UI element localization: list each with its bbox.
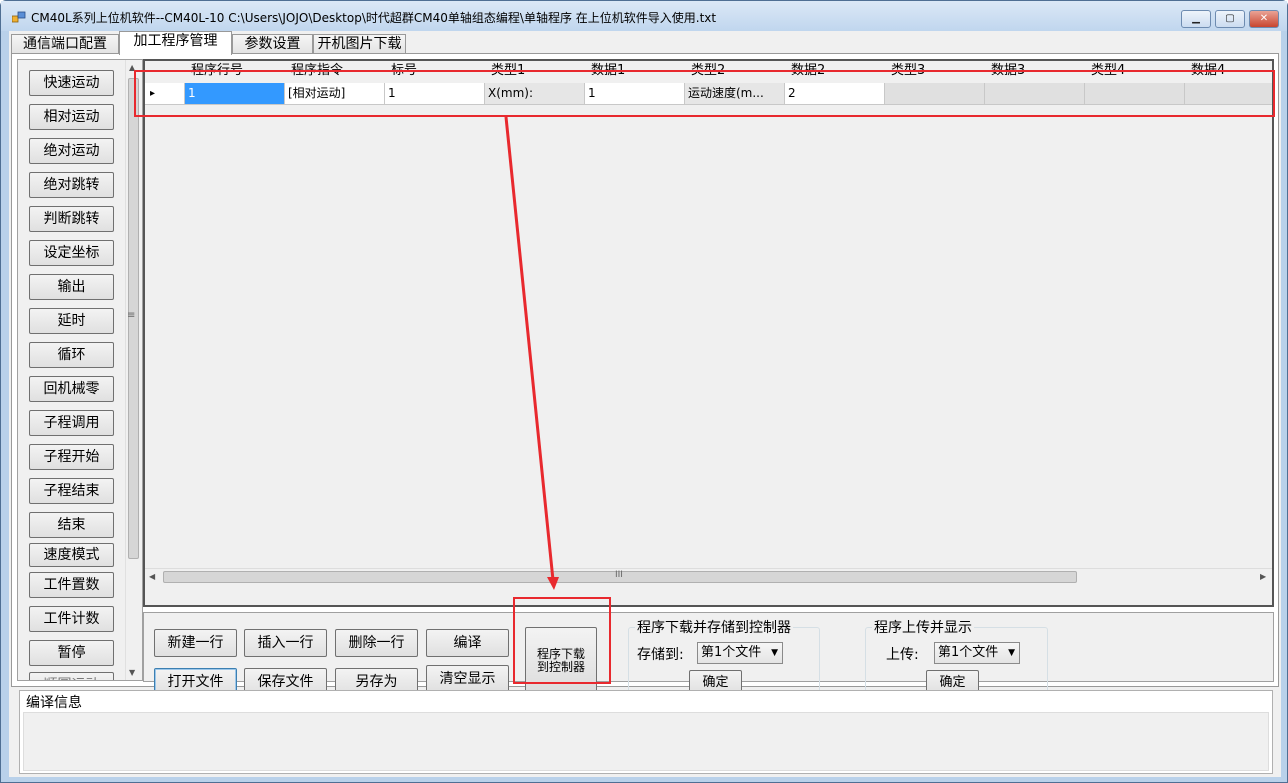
compile-button[interactable]: 编译 [426, 629, 509, 657]
cmd-cw-arc-button[interactable]: 顺圆运动 [29, 672, 114, 680]
cmd-rapid-move-button[interactable]: 快速运动 [29, 70, 114, 96]
cell-type2[interactable]: 运动速度(m... [685, 83, 785, 105]
tab-comm-port[interactable]: 通信端口配置 [11, 34, 119, 54]
store-to-label: 存储到: [637, 647, 684, 663]
cmd-subroutine-end-button[interactable]: 子程结束 [29, 478, 114, 504]
clear-display-button[interactable]: 清空显示 [426, 665, 509, 693]
cell-label[interactable]: 1 [385, 83, 485, 105]
cmd-delay-button[interactable]: 延时 [29, 308, 114, 334]
cmd-absolute-jump-button[interactable]: 绝对跳转 [29, 172, 114, 198]
scroll-up-icon[interactable]: ▲ [129, 63, 135, 72]
app-icon [12, 11, 26, 23]
scroll-grip-icon: ≡ [127, 310, 136, 321]
cmd-loop-button[interactable]: 循环 [29, 342, 114, 368]
col-header-data2[interactable]: 数据2 [785, 61, 825, 80]
upload-value: 第1个文件 [938, 645, 999, 660]
compile-info-panel: 编译信息 [19, 690, 1273, 774]
cmd-absolute-move-button[interactable]: 绝对运动 [29, 138, 114, 164]
grid-hscrollbar[interactable]: ◀ III ▶ [145, 568, 1272, 585]
cell-command[interactable]: [相对运动] [285, 83, 385, 105]
cell-type3[interactable] [885, 83, 985, 105]
cell-data4[interactable] [1185, 83, 1272, 105]
scroll-down-icon[interactable]: ▼ [129, 668, 135, 677]
store-to-value: 第1个文件 [701, 645, 762, 660]
store-to-select[interactable]: 第1个文件 ▼ [697, 642, 783, 664]
delete-row-button[interactable]: 删除一行 [335, 629, 418, 657]
cell-data2[interactable]: 2 [785, 83, 885, 105]
new-row-button[interactable]: 新建一行 [154, 629, 237, 657]
upload-select[interactable]: 第1个文件 ▼ [934, 642, 1020, 664]
tab-boot-image[interactable]: 开机图片下载 [313, 34, 406, 54]
close-icon[interactable]: ✕ [1249, 10, 1279, 28]
window-title: CM40L系列上位机软件--CM40L-10 C:\Users\JOJO\Des… [31, 11, 717, 25]
cell-type4[interactable] [1085, 83, 1185, 105]
cmd-relative-move-button[interactable]: 相对运动 [29, 104, 114, 130]
cmd-home-button[interactable]: 回机械零 [29, 376, 114, 402]
cell-type1[interactable]: X(mm): [485, 83, 585, 105]
col-header-type2[interactable]: 类型2 [685, 61, 725, 80]
title-bar: CM40L系列上位机软件--CM40L-10 C:\Users\JOJO\Des… [1, 1, 1287, 31]
col-header-data3[interactable]: 数据3 [985, 61, 1025, 80]
download-store-title: 程序下载并存储到控制器 [635, 617, 793, 637]
cmd-end-button[interactable]: 结束 [29, 512, 114, 538]
cmd-workpiece-preset-button[interactable]: 工件置数 [29, 572, 114, 598]
col-header-label[interactable]: 标号 [385, 61, 417, 80]
col-header-type1[interactable]: 类型1 [485, 61, 525, 80]
col-header-type3[interactable]: 类型3 [885, 61, 925, 80]
col-header-data1[interactable]: 数据1 [585, 61, 625, 80]
download-to-controller-button[interactable]: 程序下载 到控制器 [525, 627, 597, 695]
tab-parameters[interactable]: 参数设置 [232, 34, 313, 54]
action-panel: 新建一行 插入一行 删除一行 编译 打开文件 保存文件 另存为 清空显示 程序下… [143, 612, 1274, 701]
tab-panel: 快速运动 相对运动 绝对运动 绝对跳转 判断跳转 设定坐标 输出 延时 循环 回… [11, 53, 1279, 701]
cmd-subroutine-start-button[interactable]: 子程开始 [29, 444, 114, 470]
command-sidebar: 快速运动 相对运动 绝对运动 绝对跳转 判断跳转 设定坐标 输出 延时 循环 回… [17, 59, 143, 681]
client-area: 通信端口配置 加工程序管理 参数设置 开机图片下载 快速运动 相对运动 绝对运动… [9, 31, 1281, 777]
scroll-right-icon[interactable]: ▶ [1260, 572, 1266, 581]
col-header-line-no[interactable]: 程序行号 [185, 61, 243, 80]
upload-title: 程序上传并显示 [872, 617, 974, 637]
program-grid[interactable]: 程序行号 程序指令 标号 类型1 数据1 类型2 数据2 类型3 数据3 类型4… [143, 59, 1274, 607]
scroll-left-icon[interactable]: ◀ [149, 572, 155, 581]
col-header-command[interactable]: 程序指令 [285, 61, 343, 80]
cell-line-no[interactable]: 1 [185, 83, 285, 105]
insert-row-button[interactable]: 插入一行 [244, 629, 327, 657]
cmd-output-button[interactable]: 输出 [29, 274, 114, 300]
cmd-subroutine-call-button[interactable]: 子程调用 [29, 410, 114, 436]
main-window: CM40L系列上位机软件--CM40L-10 C:\Users\JOJO\Des… [0, 0, 1288, 783]
cell-data1[interactable]: 1 [585, 83, 685, 105]
col-header-type4[interactable]: 类型4 [1085, 61, 1125, 80]
tab-program-management[interactable]: 加工程序管理 [119, 31, 232, 55]
upload-label: 上传: [886, 647, 919, 663]
cmd-conditional-jump-button[interactable]: 判断跳转 [29, 206, 114, 232]
cmd-speed-mode-button[interactable]: 速度模式 [29, 543, 114, 567]
chevron-down-icon: ▼ [771, 648, 778, 658]
maximize-icon[interactable]: ▢ [1215, 10, 1245, 28]
cell-data3[interactable] [985, 83, 1085, 105]
cmd-pause-button[interactable]: 暂停 [29, 640, 114, 666]
chevron-down-icon: ▼ [1008, 648, 1015, 658]
compile-info-output[interactable] [23, 712, 1269, 771]
row-selector-icon[interactable]: ▸ [145, 83, 185, 105]
hscroll-grip-icon: III [615, 570, 623, 580]
col-header-data4[interactable]: 数据4 [1185, 61, 1225, 80]
cmd-workpiece-count-button[interactable]: 工件计数 [29, 606, 114, 632]
minimize-icon[interactable]: ▁ [1181, 10, 1211, 28]
cmd-set-coordinate-button[interactable]: 设定坐标 [29, 240, 114, 266]
compile-info-title: 编译信息 [26, 695, 82, 711]
download-label-line2: 到控制器 [536, 660, 585, 674]
